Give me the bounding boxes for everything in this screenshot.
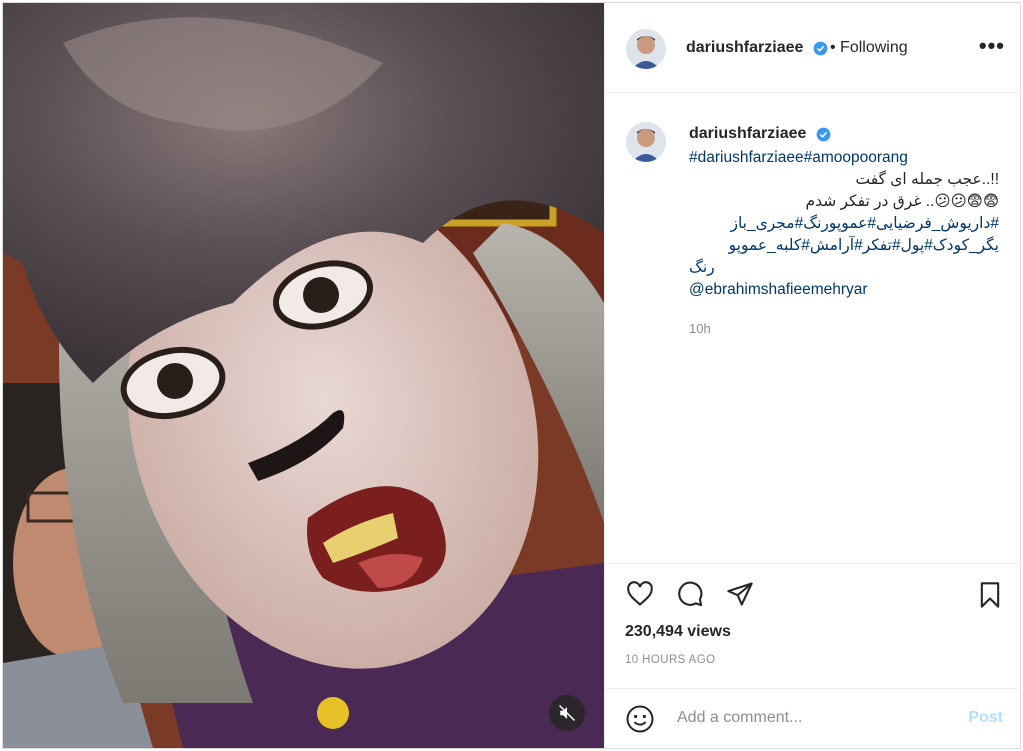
- caption-hashtags-fa[interactable]: یگر_کودک#پول#تفکر#آرامش#کلبه_عموپو: [689, 235, 999, 257]
- bookmark-icon[interactable]: [976, 580, 1004, 610]
- mute-button[interactable]: [549, 695, 585, 731]
- caption-time[interactable]: 10h: [689, 321, 711, 336]
- video-frame: [3, 3, 604, 748]
- caption-avatar[interactable]: [626, 122, 666, 162]
- caption-text: #dariushfarziaee#amoopoorang !!..عجب جمل…: [689, 147, 999, 301]
- following-status[interactable]: • Following: [830, 39, 908, 57]
- avatar-image: [626, 29, 666, 69]
- comment-input[interactable]: [675, 708, 959, 728]
- post-timestamp[interactable]: 10 HOURS AGO: [625, 654, 715, 666]
- caption-hashtags[interactable]: #dariushfarziaee#amoopoorang: [689, 147, 999, 169]
- post-header: dariushfarziaee • Following •••: [605, 3, 1021, 93]
- more-options-icon[interactable]: •••: [979, 35, 1005, 57]
- share-icon[interactable]: [725, 580, 755, 608]
- post-video[interactable]: [3, 3, 604, 748]
- verified-badge-icon: [816, 127, 831, 142]
- avatar-image: [626, 122, 666, 162]
- header-username[interactable]: dariushfarziaee: [686, 39, 803, 57]
- verified-badge-icon: [813, 41, 828, 56]
- emoji-icon[interactable]: [625, 704, 655, 734]
- post-sidebar: dariushfarziaee • Following ••• dariushf…: [604, 3, 1021, 748]
- caption-line: !!..عجب جمله ای گفت: [855, 171, 999, 188]
- avatar[interactable]: [626, 29, 666, 69]
- caption-hashtags-fa[interactable]: #داریوش_فرضیایی#عموپورنگ#مجری_باز: [689, 213, 999, 235]
- caption-username[interactable]: dariushfarziaee: [689, 125, 806, 143]
- comment-icon[interactable]: [675, 580, 705, 608]
- heart-icon[interactable]: [625, 580, 655, 608]
- caption-line: 😨😨😕😕.. غرق در تفکر شدم: [805, 193, 999, 210]
- caption-hashtags-fa[interactable]: رنگ: [689, 257, 999, 279]
- caption-mention[interactable]: @ebrahimshafieemehryar: [689, 279, 999, 301]
- post-container: dariushfarziaee • Following ••• dariushf…: [2, 2, 1021, 749]
- post-comment-button[interactable]: Post: [968, 709, 1003, 727]
- comment-bar: Post: [605, 688, 1021, 749]
- mute-icon: [558, 704, 576, 722]
- view-count[interactable]: 230,494 views: [625, 623, 731, 641]
